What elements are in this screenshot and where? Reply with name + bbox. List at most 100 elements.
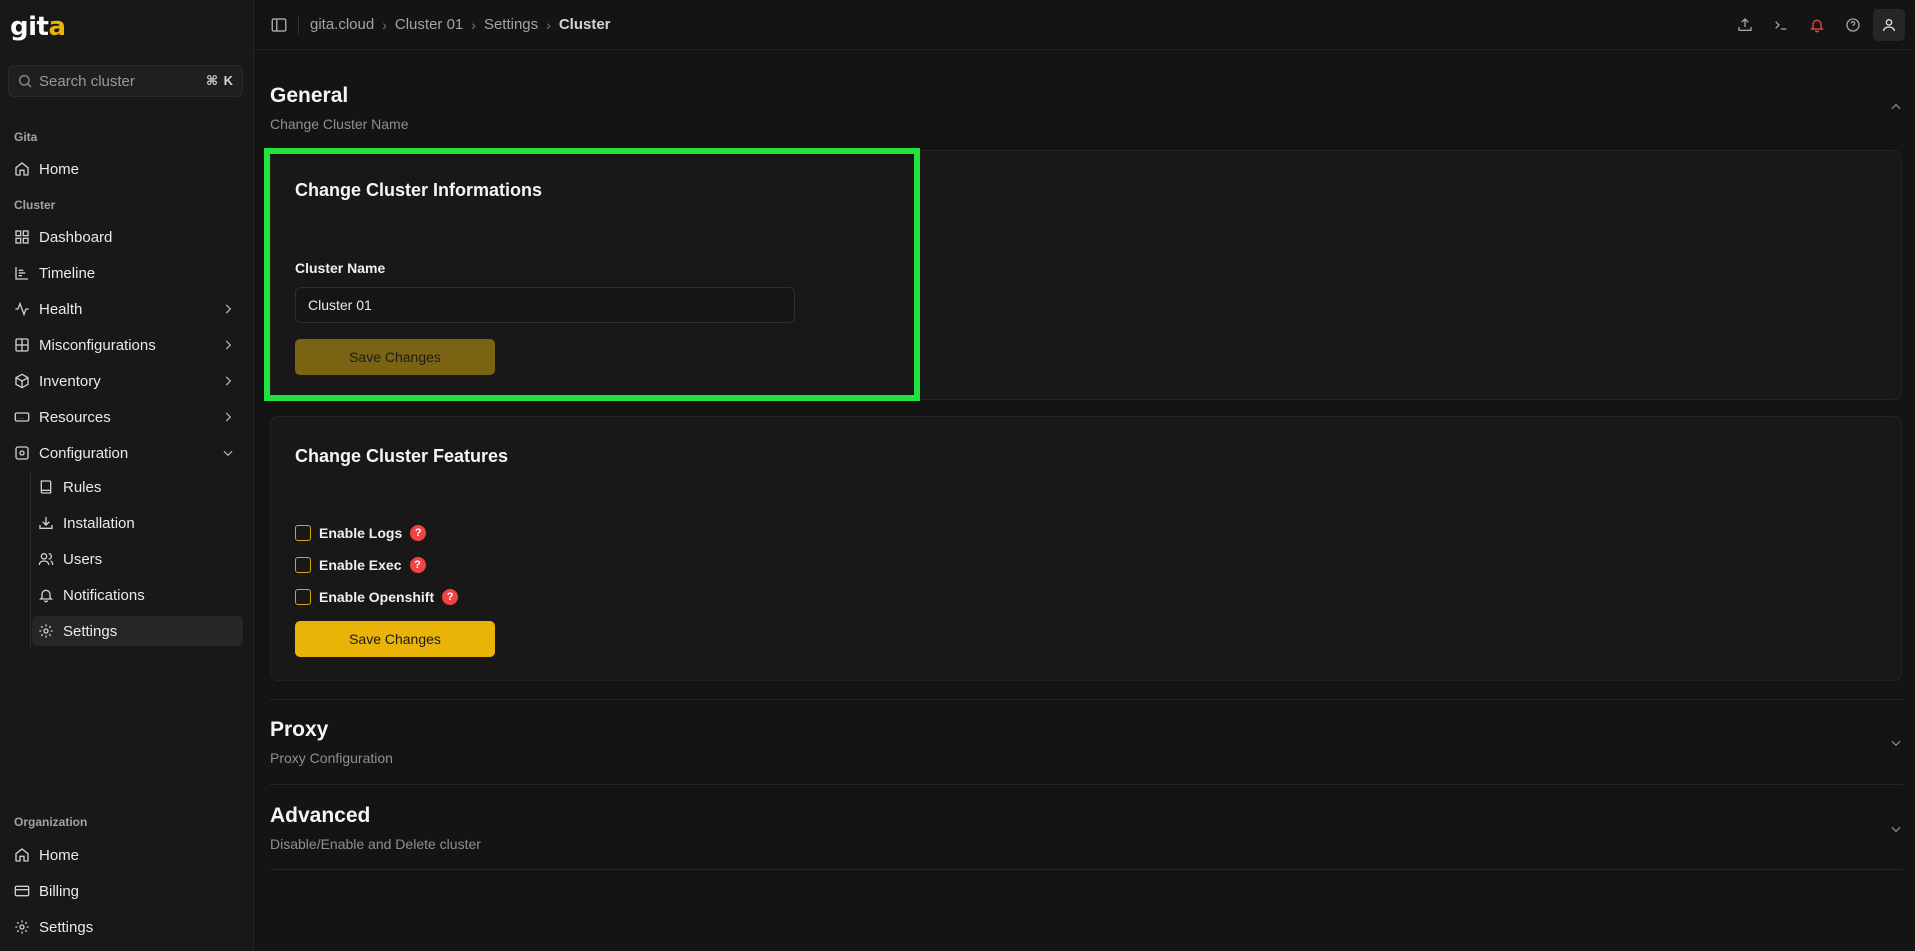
sidebar-item-label: Users xyxy=(63,550,103,568)
chevron-right-icon xyxy=(225,376,232,386)
book-icon xyxy=(38,479,54,495)
section-subtitle-advanced: Disable/Enable and Delete cluster xyxy=(270,836,481,852)
card-title: Change Cluster Features xyxy=(295,446,509,466)
sidebar-item-label: Billing xyxy=(39,882,80,900)
option-label: Enable Openshift xyxy=(319,589,435,605)
home-icon xyxy=(14,847,30,863)
sidebar-item-settings[interactable]: Settings xyxy=(32,616,243,646)
sidebar-item-org-settings[interactable]: Settings xyxy=(8,912,243,942)
save-changes-button-features[interactable]: Save Changes xyxy=(295,621,495,657)
sidebar-item-label: Notifications xyxy=(63,586,145,604)
enable-exec-checkbox[interactable] xyxy=(295,557,311,573)
chevron-right-icon xyxy=(225,304,232,314)
sidebar-item-timeline[interactable]: Timeline xyxy=(8,258,243,288)
enable-openshift-option[interactable]: Enable Openshift ? xyxy=(295,589,459,605)
sidebar-item-label: Rules xyxy=(63,478,102,496)
section-title-general[interactable]: General xyxy=(270,84,348,108)
sidebar-item-home[interactable]: Home xyxy=(8,154,243,184)
sidebar-item-label: Configuration xyxy=(39,444,129,462)
home-icon xyxy=(14,161,30,177)
submenu-guide-line xyxy=(30,472,31,648)
search-cluster-input[interactable]: Search cluster ⌘ K xyxy=(8,65,243,97)
top-header: gita.cloud › Cluster 01 › Settings › Clu… xyxy=(254,0,1915,50)
section-label-organization: Organization xyxy=(14,815,88,829)
option-label: Enable Logs xyxy=(319,525,403,541)
section-title-proxy[interactable]: Proxy xyxy=(270,718,328,742)
help-icon[interactable] xyxy=(1837,9,1869,41)
sidebar-item-resources[interactable]: Resources xyxy=(8,402,243,432)
bell-icon xyxy=(38,587,54,603)
breadcrumb-item[interactable]: Cluster 01 xyxy=(395,16,463,33)
install-icon xyxy=(38,515,54,531)
highlight-box xyxy=(264,148,920,401)
sidebar-item-installation[interactable]: Installation xyxy=(32,508,243,538)
enable-exec-option[interactable]: Enable Exec ? xyxy=(295,557,426,573)
gear-icon xyxy=(14,919,30,935)
activity-icon xyxy=(14,301,30,317)
chevron-up-icon[interactable] xyxy=(1889,100,1903,114)
enable-logs-checkbox[interactable] xyxy=(295,525,311,541)
sidebar-item-dashboard[interactable]: Dashboard xyxy=(8,222,243,252)
card-icon xyxy=(14,883,30,899)
section-label-gita: Gita xyxy=(14,130,38,144)
sidebar-item-label: Installation xyxy=(63,514,135,532)
sidebar-item-label: Dashboard xyxy=(39,228,113,246)
sidebar-item-label: Home xyxy=(39,846,80,864)
search-placeholder: Search cluster xyxy=(39,72,135,90)
user-icon[interactable] xyxy=(1873,9,1905,41)
sidebar-item-label: Timeline xyxy=(39,264,96,282)
box-icon xyxy=(14,373,30,389)
resources-icon xyxy=(14,409,30,425)
breadcrumb-item[interactable]: gita.cloud xyxy=(310,16,374,33)
sidebar-toggle-icon[interactable] xyxy=(270,16,288,34)
breadcrumb-item[interactable]: Settings xyxy=(484,16,538,33)
sidebar-item-label: Inventory xyxy=(39,372,101,390)
sidebar-item-misconfigurations[interactable]: Misconfigurations xyxy=(8,330,243,360)
chevron-right-icon: › xyxy=(546,16,551,33)
sidebar-item-configuration[interactable]: Configuration xyxy=(8,438,243,468)
option-label: Enable Exec xyxy=(319,557,402,573)
sidebar-item-notifications[interactable]: Notifications xyxy=(32,580,243,610)
header-actions xyxy=(1725,9,1905,41)
card-cluster-features: Change Cluster Features xyxy=(270,416,1902,681)
enable-logs-option[interactable]: Enable Logs ? xyxy=(295,525,427,541)
sidebar-item-inventory[interactable]: Inventory xyxy=(8,366,243,396)
section-subtitle-general: Change Cluster Name xyxy=(270,116,409,132)
chevron-right-icon: › xyxy=(471,16,476,33)
sidebar-item-label: Misconfigurations xyxy=(39,336,156,354)
sidebar-item-label: Resources xyxy=(39,408,111,426)
sidebar-item-users[interactable]: Users xyxy=(32,544,243,574)
upload-icon[interactable] xyxy=(1729,9,1761,41)
sidebar-item-rules[interactable]: Rules xyxy=(32,472,243,502)
sidebar-item-label: Settings xyxy=(63,622,118,640)
section-divider xyxy=(270,869,1903,870)
chevron-right-icon xyxy=(225,340,232,350)
chevron-down-icon[interactable] xyxy=(1889,822,1903,836)
breadcrumb: gita.cloud › Cluster 01 › Settings › Clu… xyxy=(310,16,611,33)
section-divider xyxy=(270,784,1903,785)
sidebar: gita Search cluster ⌘ K Gita Home Cluste… xyxy=(0,0,254,951)
sidebar-item-billing[interactable]: Billing xyxy=(8,876,243,906)
chevron-right-icon xyxy=(225,412,232,422)
help-icon[interactable]: ? xyxy=(410,525,427,541)
section-title-advanced[interactable]: Advanced xyxy=(270,804,370,828)
misconfig-icon xyxy=(14,337,30,353)
sidebar-item-label: Health xyxy=(39,300,83,318)
sidebar-item-label: Home xyxy=(39,160,80,178)
configuration-icon xyxy=(14,445,30,461)
users-icon xyxy=(38,551,54,567)
help-icon[interactable]: ? xyxy=(409,557,426,573)
chevron-down-icon xyxy=(223,450,233,457)
terminal-icon[interactable] xyxy=(1765,9,1797,41)
search-icon xyxy=(19,75,32,88)
breadcrumb-current: Cluster xyxy=(558,16,611,33)
bell-icon[interactable] xyxy=(1801,9,1833,41)
sidebar-item-org-home[interactable]: Home xyxy=(8,840,243,870)
chevron-down-icon[interactable] xyxy=(1889,736,1903,750)
sidebar-item-label: Settings xyxy=(39,918,94,936)
logo[interactable]: gita xyxy=(10,12,66,42)
sidebar-item-health[interactable]: Health xyxy=(8,294,243,324)
help-icon[interactable]: ? xyxy=(442,589,459,605)
enable-openshift-checkbox[interactable] xyxy=(295,589,311,605)
section-divider xyxy=(270,699,1903,700)
